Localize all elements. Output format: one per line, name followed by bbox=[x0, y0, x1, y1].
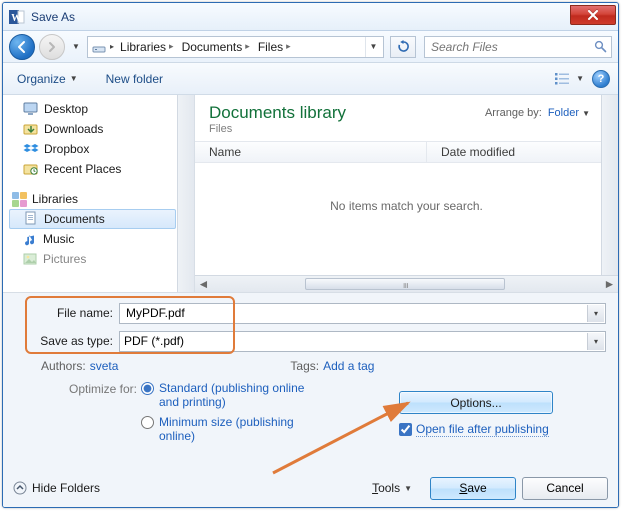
refresh-icon bbox=[397, 40, 410, 53]
view-mode-button[interactable]: ▼ bbox=[554, 71, 584, 87]
tree-item-pictures[interactable]: Pictures bbox=[9, 249, 194, 269]
help-button[interactable]: ? bbox=[592, 70, 610, 88]
filetype-dropdown[interactable]: ▾ bbox=[587, 333, 604, 350]
tree-item-downloads[interactable]: Downloads bbox=[9, 119, 194, 139]
optimize-minimum-radio[interactable] bbox=[141, 416, 154, 429]
optimize-label: Optimize for: bbox=[15, 381, 141, 443]
recent-icon bbox=[23, 162, 39, 176]
command-bar: Organize ▼ New folder ▼ ? bbox=[3, 63, 618, 95]
meta-row: Authors: sveta Tags: Add a tag bbox=[15, 357, 606, 379]
close-button[interactable] bbox=[570, 5, 616, 25]
filetype-value: PDF (*.pdf) bbox=[124, 334, 601, 348]
title-bar: W Save As bbox=[3, 3, 618, 31]
dropbox-icon bbox=[23, 142, 39, 156]
crumb-documents[interactable]: Documents▸ bbox=[178, 37, 254, 57]
content-header: Documents library Files Arrange by: Fold… bbox=[195, 95, 618, 141]
crumb-files[interactable]: Files▸ bbox=[254, 37, 295, 57]
content-scrollbar-vertical[interactable] bbox=[601, 95, 618, 275]
tree-item-dropbox[interactable]: Dropbox bbox=[9, 139, 194, 159]
view-icon bbox=[554, 71, 574, 87]
svg-text:W: W bbox=[11, 13, 21, 24]
filename-label: File name: bbox=[15, 306, 119, 320]
breadcrumb-dropdown[interactable]: ▼ bbox=[365, 37, 381, 57]
filename-row: File name: ▾ bbox=[15, 301, 606, 325]
form-panel: File name: ▾ Save as type: PDF (*.pdf) ▾… bbox=[3, 293, 618, 507]
tree-item-recent[interactable]: Recent Places bbox=[9, 159, 194, 179]
refresh-button[interactable] bbox=[390, 36, 416, 58]
close-icon bbox=[587, 10, 599, 20]
arrow-left-icon bbox=[15, 40, 29, 54]
filetype-label: Save as type: bbox=[15, 334, 119, 348]
drive-icon bbox=[90, 41, 108, 53]
nav-tree[interactable]: Desktop Downloads Dropbox Recent Places … bbox=[3, 95, 195, 292]
file-list: No items match your search. bbox=[195, 163, 618, 249]
tree-group-libraries[interactable]: Libraries bbox=[9, 189, 194, 209]
libraries-icon bbox=[11, 191, 27, 207]
explorer-body: Desktop Downloads Dropbox Recent Places … bbox=[3, 95, 618, 293]
file-list-pane: Documents library Files Arrange by: Fold… bbox=[195, 95, 618, 292]
nav-forward-button[interactable] bbox=[39, 34, 65, 60]
column-headers[interactable]: Name Date modified bbox=[195, 141, 618, 163]
cancel-button[interactable]: Cancel bbox=[522, 477, 608, 500]
arrow-right-icon bbox=[46, 41, 58, 53]
scroll-left-arrow[interactable]: ◄ bbox=[195, 277, 212, 292]
empty-message: No items match your search. bbox=[330, 199, 483, 213]
footer-bar: Hide Folders Tools ▼ Save Cancel bbox=[3, 469, 618, 507]
tree-item-documents[interactable]: Documents bbox=[9, 209, 176, 229]
search-box[interactable] bbox=[424, 36, 612, 58]
nav-history-dropdown[interactable]: ▼ bbox=[69, 38, 83, 56]
open-after-checkbox[interactable] bbox=[399, 423, 412, 436]
scroll-thumb[interactable] bbox=[305, 278, 505, 290]
filename-dropdown[interactable]: ▾ bbox=[587, 305, 604, 322]
authors-value[interactable]: sveta bbox=[90, 359, 119, 373]
documents-icon bbox=[24, 211, 39, 227]
options-button[interactable]: Options... bbox=[399, 391, 553, 414]
help-icon: ? bbox=[598, 73, 605, 85]
filetype-row: Save as type: PDF (*.pdf) ▾ bbox=[15, 329, 606, 353]
options-column: Options... Open file after publishing bbox=[399, 391, 599, 437]
arrange-by[interactable]: Arrange by: Folder ▼ bbox=[485, 107, 590, 119]
save-button[interactable]: Save bbox=[430, 477, 516, 500]
pictures-icon bbox=[23, 252, 38, 266]
music-icon bbox=[23, 232, 38, 247]
tree-item-music[interactable]: Music bbox=[9, 229, 194, 249]
crumb-libraries[interactable]: Libraries▸ bbox=[116, 37, 178, 57]
breadcrumb-bar[interactable]: ▸ Libraries▸ Documents▸ Files▸ ▼ bbox=[87, 36, 384, 58]
word-app-icon: W bbox=[9, 9, 25, 25]
downloads-icon bbox=[23, 122, 39, 136]
filename-input[interactable] bbox=[124, 305, 601, 321]
tools-menu[interactable]: Tools ▼ bbox=[372, 481, 412, 495]
tags-label: Tags: bbox=[290, 359, 319, 373]
hide-folders-button[interactable]: Hide Folders bbox=[13, 481, 100, 495]
filetype-field[interactable]: PDF (*.pdf) ▾ bbox=[119, 331, 606, 352]
content-scrollbar-horizontal[interactable]: ◄ ► bbox=[195, 275, 618, 292]
authors-label: Authors: bbox=[41, 359, 86, 373]
chevron-up-circle-icon bbox=[13, 481, 27, 495]
nav-bar: ▼ ▸ Libraries▸ Documents▸ Files▸ ▼ bbox=[3, 31, 618, 63]
search-icon bbox=[594, 40, 607, 53]
optimize-minimum[interactable]: Minimum size (publishing online) bbox=[141, 415, 311, 443]
desktop-icon bbox=[23, 102, 39, 116]
window-title: Save As bbox=[31, 10, 75, 24]
optimize-standard[interactable]: Standard (publishing online and printing… bbox=[141, 381, 311, 409]
open-after-checkbox-row[interactable]: Open file after publishing bbox=[399, 422, 599, 437]
arrange-by-value[interactable]: Folder ▼ bbox=[548, 107, 590, 119]
tree-scrollbar[interactable] bbox=[177, 95, 194, 292]
save-as-dialog: W Save As ▼ ▸ Libraries▸ Documents▸ File… bbox=[2, 2, 619, 508]
organize-menu[interactable]: Organize ▼ bbox=[11, 70, 84, 88]
column-name[interactable]: Name bbox=[195, 142, 427, 162]
nav-back-button[interactable] bbox=[9, 34, 35, 60]
new-folder-button[interactable]: New folder bbox=[100, 70, 169, 88]
tree-item-desktop[interactable]: Desktop bbox=[9, 99, 194, 119]
optimize-standard-radio[interactable] bbox=[141, 382, 154, 395]
column-date[interactable]: Date modified bbox=[427, 142, 618, 162]
filename-field[interactable]: ▾ bbox=[119, 303, 606, 324]
scroll-right-arrow[interactable]: ► bbox=[601, 277, 618, 292]
tags-value[interactable]: Add a tag bbox=[323, 359, 374, 373]
search-input[interactable] bbox=[429, 39, 590, 55]
library-subtitle: Files bbox=[209, 123, 606, 135]
